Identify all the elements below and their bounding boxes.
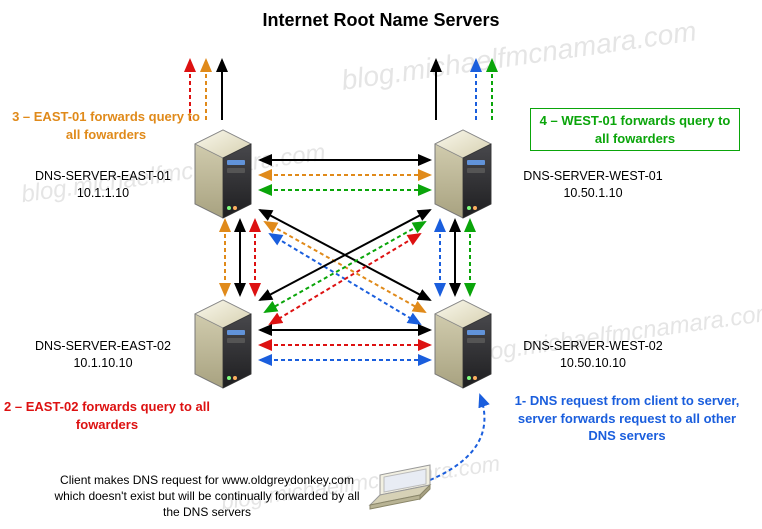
server-ip: 10.50.1.10 bbox=[563, 186, 622, 200]
diagram-canvas bbox=[0, 0, 762, 529]
server-icon bbox=[195, 300, 251, 388]
cross-links bbox=[260, 210, 430, 324]
server-name: DNS-SERVER-WEST-01 bbox=[523, 169, 662, 183]
east01-west01-links bbox=[260, 160, 430, 190]
server-ip: 10.1.1.10 bbox=[77, 186, 129, 200]
west01-west02-links bbox=[440, 220, 470, 295]
server-icon bbox=[195, 130, 251, 218]
server-name: DNS-SERVER-EAST-01 bbox=[35, 169, 171, 183]
east02-west02-links bbox=[260, 330, 430, 360]
server-ip: 10.1.10.10 bbox=[73, 356, 132, 370]
label-west01: DNS-SERVER-WEST-01 10.50.1.10 bbox=[508, 168, 678, 202]
east01-east02-links bbox=[225, 220, 255, 295]
client-request-arrow bbox=[430, 395, 484, 480]
server-ip: 10.50.10.10 bbox=[560, 356, 626, 370]
client-caption: Client makes DNS request for www.oldgrey… bbox=[52, 472, 362, 521]
server-icon bbox=[435, 130, 491, 218]
step-1: 1- DNS request from client to server, se… bbox=[512, 392, 742, 445]
server-name: DNS-SERVER-WEST-02 bbox=[523, 339, 662, 353]
upward-arrows bbox=[190, 60, 492, 120]
label-east02: DNS-SERVER-EAST-02 10.1.10.10 bbox=[18, 338, 188, 372]
laptop-icon bbox=[370, 465, 430, 509]
label-west02: DNS-SERVER-WEST-02 10.50.10.10 bbox=[508, 338, 678, 372]
label-east01: DNS-SERVER-EAST-01 10.1.1.10 bbox=[18, 168, 188, 202]
server-icon bbox=[435, 300, 491, 388]
step-4: 4 – WEST-01 forwards query to all foward… bbox=[530, 108, 740, 151]
step-2: 2 – EAST-02 forwards query to all foward… bbox=[2, 398, 212, 433]
step-3: 3 – EAST-01 forwards query to all foward… bbox=[6, 108, 206, 143]
server-name: DNS-SERVER-EAST-02 bbox=[35, 339, 171, 353]
